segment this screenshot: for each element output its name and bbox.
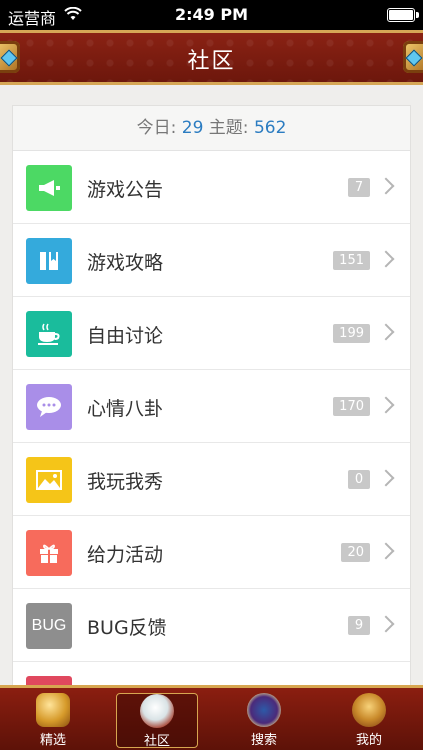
topic-count-badge: 20 — [341, 543, 370, 562]
chevron-right-icon — [377, 250, 395, 268]
chat-bubble-icon — [26, 384, 72, 430]
chevron-right-icon — [377, 542, 395, 560]
book-icon — [26, 238, 72, 284]
tab-label: 我的 — [355, 733, 382, 748]
tab-community[interactable]: 社区 — [116, 693, 198, 749]
topic-count-badge: 9 — [348, 616, 370, 635]
tab-label: 社区 — [143, 734, 170, 749]
tab-label: 精选 — [39, 733, 66, 748]
nav-header: 社区 — [0, 30, 423, 85]
forum-item-announcements[interactable]: 游戏公告 7 — [13, 151, 410, 224]
topic-count-badge: 0 — [348, 470, 370, 489]
forum-item-label: 给力活动 — [87, 544, 164, 566]
coffee-cup-icon — [26, 311, 72, 357]
wing-crest-icon — [140, 694, 174, 728]
forum-item-label: 游戏公告 — [87, 179, 164, 201]
forum-item-label: BUG反馈 — [87, 617, 167, 639]
forum-list-card: 今日: 29 主题: 562 游戏公告 7 游戏攻略 151 自由讨论 199 … — [13, 106, 410, 706]
clock: 2:49 PM — [174, 5, 248, 24]
forum-item-label: 我玩我秀 — [87, 471, 164, 493]
tab-search[interactable]: 搜索 — [223, 693, 305, 748]
today-count: 29 — [181, 118, 204, 138]
forum-item-label: 游戏攻略 — [87, 252, 164, 274]
topic-count-badge: 7 — [348, 178, 370, 197]
tab-bar: 精选 社区 搜索 我的 — [0, 685, 423, 750]
tab-label: 搜索 — [250, 733, 277, 748]
gem-ornament-icon — [405, 49, 423, 67]
forum-summary: 今日: 29 主题: 562 — [13, 106, 410, 151]
treasure-chest-icon — [36, 693, 70, 727]
gift-icon — [26, 530, 72, 576]
topic-count-badge: 151 — [333, 251, 370, 270]
chevron-right-icon — [377, 469, 395, 487]
sword-emblem-icon — [247, 693, 281, 727]
tab-profile[interactable]: 我的 — [328, 693, 410, 748]
topic-count-badge: 170 — [333, 397, 370, 416]
topics-count: 562 — [253, 118, 287, 138]
chevron-right-icon — [377, 396, 395, 414]
forum-item-guides[interactable]: 游戏攻略 151 — [13, 224, 410, 297]
page-title: 社区 — [187, 49, 236, 74]
forum-item-label: 自由讨论 — [87, 325, 164, 347]
topics-label: 主题: — [208, 118, 249, 138]
forum-item-bug-report[interactable]: BUG BUG反馈 9 — [13, 589, 410, 662]
status-bar: 运营商 2:49 PM — [0, 0, 423, 30]
picture-icon — [26, 457, 72, 503]
forum-item-label: 心情八卦 — [87, 398, 164, 420]
battery-icon — [387, 8, 419, 22]
chevron-right-icon — [377, 323, 395, 341]
chevron-right-icon — [377, 177, 395, 195]
warrior-helmet-icon — [352, 693, 386, 727]
bug-icon: BUG — [26, 603, 72, 649]
app-screen: 运营商 2:49 PM 社区 今日: 29 主题: 562 游戏公告 7 游戏攻… — [0, 0, 423, 750]
forum-item-showcase[interactable]: 我玩我秀 0 — [13, 443, 410, 516]
megaphone-icon — [26, 165, 72, 211]
chevron-right-icon — [377, 615, 395, 633]
forum-item-gossip[interactable]: 心情八卦 170 — [13, 370, 410, 443]
today-label: 今日: — [136, 118, 177, 138]
tab-featured[interactable]: 精选 — [12, 693, 94, 748]
forum-item-events[interactable]: 给力活动 20 — [13, 516, 410, 589]
topic-count-badge: 199 — [333, 324, 370, 343]
bug-icon-text: BUG — [31, 617, 67, 634]
forum-item-discussion[interactable]: 自由讨论 199 — [13, 297, 410, 370]
